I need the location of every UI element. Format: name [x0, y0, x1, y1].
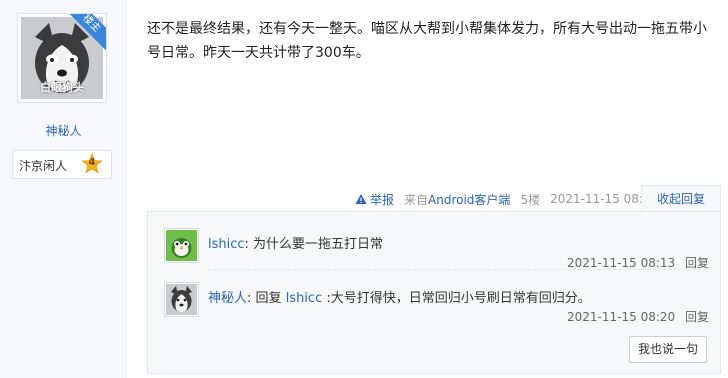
reply-avatar[interactable] — [164, 228, 199, 263]
collapse-replies-button[interactable]: 收起回复 — [641, 185, 721, 212]
level-badge[interactable]: 汴京闲人 4 — [12, 150, 112, 179]
avatar-caption: 白眼狗头 — [40, 81, 84, 94]
reply-user-link[interactable]: lshicc — [208, 237, 245, 252]
reply-time: 2021-11-15 08:20 — [567, 310, 676, 324]
level-name: 汴京闲人 — [19, 159, 68, 173]
reply-content: 神秘人: 回复 lshicc :大号打得快，日常回归小号刷日常有回归分。 — [208, 287, 708, 306]
star-icon: 4 — [81, 152, 103, 175]
from-prefix: 来自 — [404, 192, 429, 207]
post-content: 还不是最终结果，还有今天一整天。喵区从大帮到小帮集体发力，所有大号出动一拖五带小… — [147, 21, 707, 61]
reply-to-user-link[interactable]: lshicc — [286, 291, 323, 306]
reply-item: lshicc: 为什么要一拖五打日常 2021-11-15 08:13 回复 — [164, 228, 709, 270]
reply-meta: 2021-11-15 08:20 回复 — [567, 308, 709, 325]
post-source: 来自Android客户端 — [404, 191, 510, 208]
post-tail: 举报 来自Android客户端 5楼 2021-11-15 08:00 — [355, 190, 658, 208]
report-label: 举报 — [370, 192, 395, 207]
reply-item: 神秘人: 回复 lshicc :大号打得快，日常回归小号刷日常有回归分。 202… — [164, 282, 709, 325]
add-comment-button[interactable]: 我也说一句 — [629, 336, 707, 363]
report-link[interactable]: 举报 — [355, 191, 394, 208]
reply-divider — [208, 269, 706, 270]
floor-number: 5楼 — [520, 192, 541, 207]
reply-avatar[interactable] — [164, 282, 199, 317]
author-avatar[interactable]: 白眼狗头 楼主 — [17, 13, 107, 103]
reply-list: lshicc: 为什么要一拖五打日常 2021-11-15 08:13 回复 神… — [147, 211, 721, 374]
author-sidebar: 白眼狗头 楼主 神秘人 汴京闲人 4 — [0, 0, 127, 378]
reply-time: 2021-11-15 08:13 — [567, 256, 676, 270]
reply-colon: : — [244, 237, 254, 252]
client-link[interactable]: Android客户端 — [428, 193, 510, 207]
reply-text: :大号打得快，日常回归小号刷日常有回归分。 — [326, 291, 591, 306]
author-name[interactable]: 神秘人 — [0, 122, 127, 139]
reply-prefix: 回复 — [255, 291, 282, 306]
reply-button[interactable]: 回复 — [685, 256, 709, 270]
husky-avatar-icon — [166, 284, 197, 315]
reply-user-link[interactable]: 神秘人 — [208, 291, 247, 306]
warning-icon — [355, 194, 367, 204]
level-number: 4 — [88, 157, 96, 168]
green-bird-avatar-icon — [166, 230, 197, 261]
reply-text: 为什么要一拖五打日常 — [253, 237, 384, 252]
reply-button[interactable]: 回复 — [685, 310, 709, 324]
reply-content: lshicc: 为什么要一拖五打日常 — [208, 233, 708, 252]
reply-colon: : — [247, 291, 256, 306]
